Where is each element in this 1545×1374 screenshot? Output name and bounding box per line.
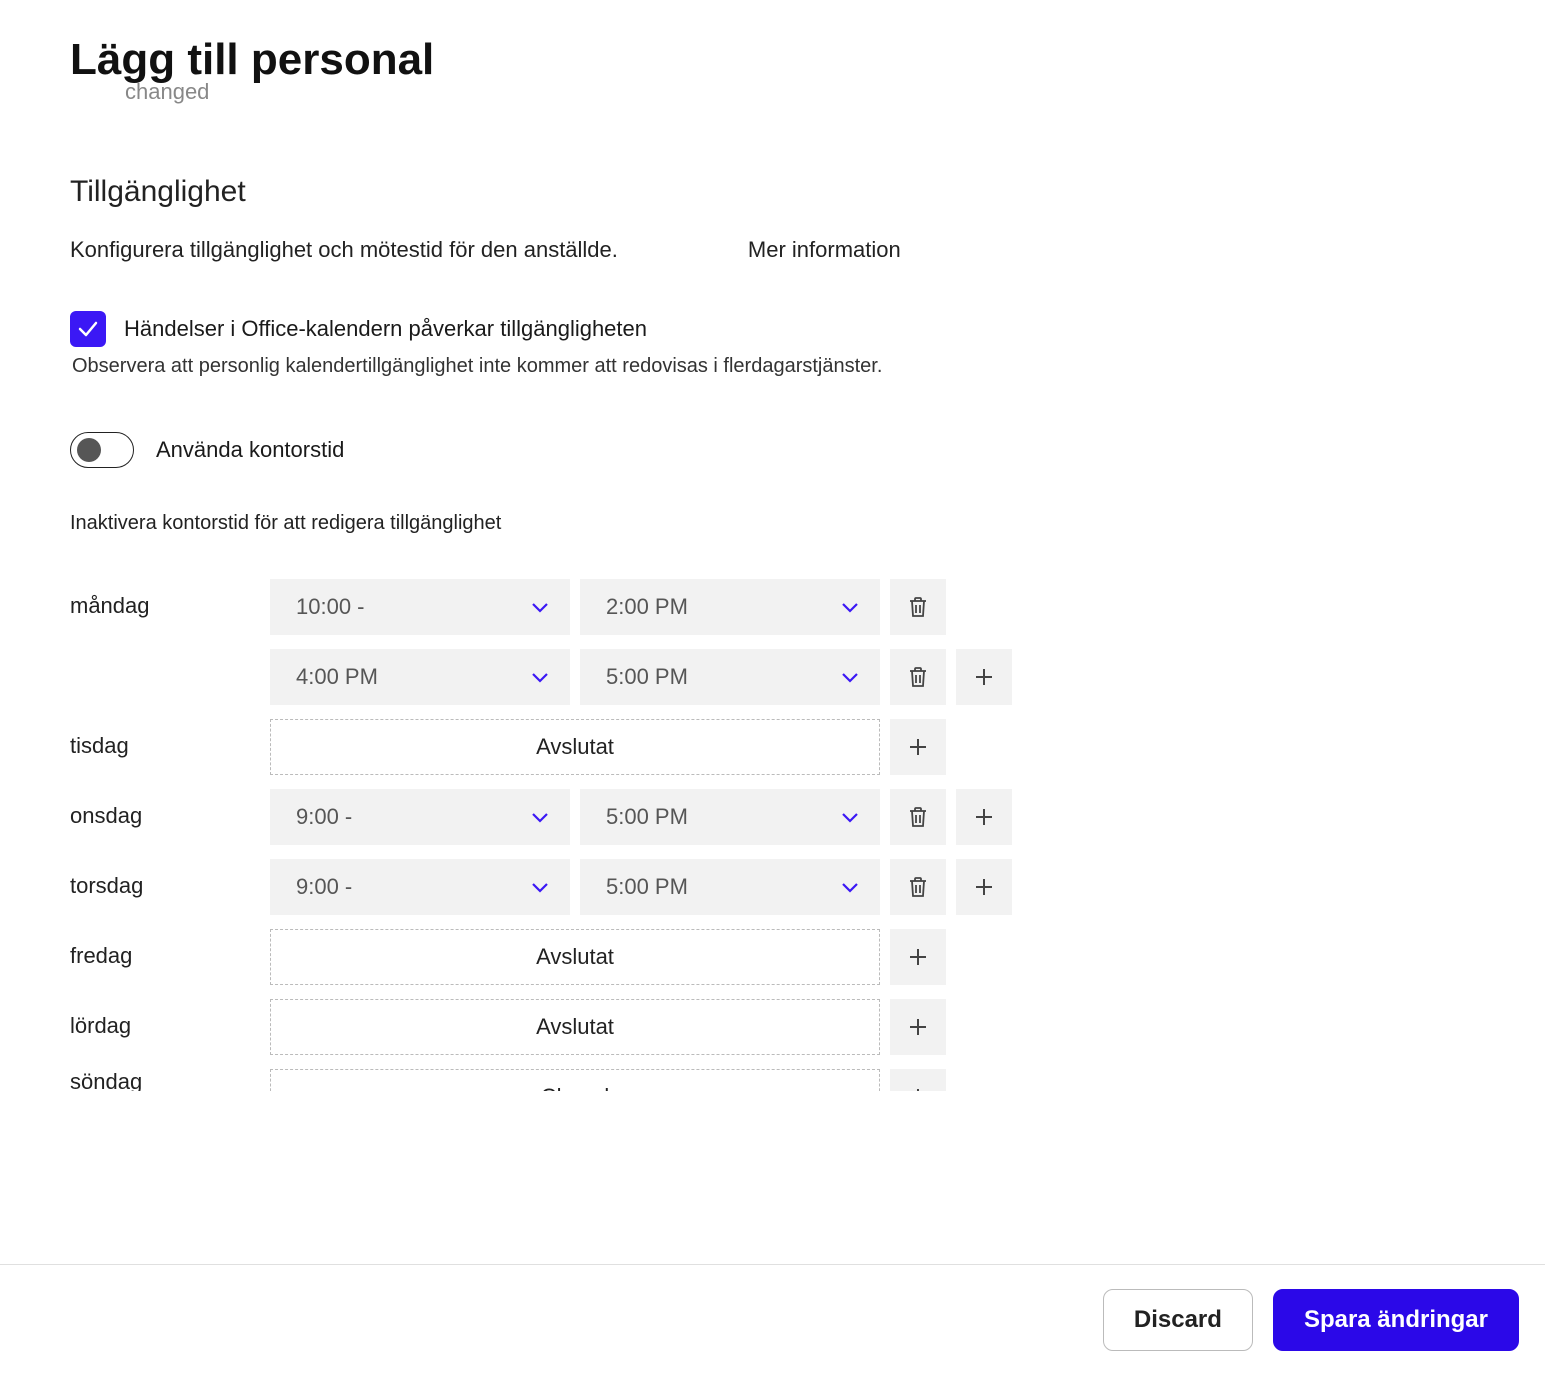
day-label-wednesday: onsdag	[70, 789, 260, 829]
check-icon	[76, 317, 100, 341]
plus-icon	[972, 875, 996, 899]
add-range-button[interactable]	[956, 859, 1012, 915]
use-office-hours-toggle[interactable]	[70, 432, 134, 468]
page-title: Lägg till personal	[70, 35, 1475, 85]
add-range-button[interactable]	[956, 789, 1012, 845]
chevron-down-icon	[838, 875, 862, 899]
chevron-down-icon	[838, 805, 862, 829]
plus-icon	[972, 665, 996, 689]
chevron-down-icon	[838, 595, 862, 619]
chevron-down-icon	[528, 805, 552, 829]
monday-start-1[interactable]: 10:00 -	[270, 579, 570, 635]
monday-end-2[interactable]: 5:00 PM	[580, 649, 880, 705]
more-info-link[interactable]: Mer information	[748, 237, 901, 263]
plus-icon	[906, 945, 930, 969]
trash-icon	[906, 875, 930, 899]
delete-range-button[interactable]	[890, 859, 946, 915]
calendar-note: Observera att personlig kalendertillgäng…	[72, 355, 1475, 378]
office-hours-helper: Inaktivera kontorstid för att redigera t…	[70, 512, 1475, 535]
day-label-sunday: söndag	[70, 1069, 260, 1091]
schedule: måndag 10:00 - 2:00 PM	[70, 579, 1475, 1091]
trash-icon	[906, 805, 930, 829]
add-range-button[interactable]	[890, 719, 946, 775]
chevron-down-icon	[528, 665, 552, 689]
save-button[interactable]: Spara ändringar	[1273, 1289, 1519, 1351]
calendar-events-label: Händelser i Office-kalendern påverkar ti…	[124, 316, 647, 342]
chevron-down-icon	[528, 595, 552, 619]
monday-start-2[interactable]: 4:00 PM	[270, 649, 570, 705]
add-range-button[interactable]	[890, 999, 946, 1055]
sunday-closed: Closed	[270, 1069, 880, 1091]
use-office-hours-label: Använda kontorstid	[156, 437, 344, 463]
thursday-end[interactable]: 5:00 PM	[580, 859, 880, 915]
plus-icon	[972, 805, 996, 829]
day-label-thursday: torsdag	[70, 859, 260, 899]
time-value: 4:00 PM	[296, 664, 378, 690]
day-label-tuesday: tisdag	[70, 719, 260, 759]
day-label-saturday: lördag	[70, 999, 260, 1039]
wednesday-end[interactable]: 5:00 PM	[580, 789, 880, 845]
toggle-knob	[77, 438, 101, 462]
time-value: 5:00 PM	[606, 874, 688, 900]
wednesday-start[interactable]: 9:00 -	[270, 789, 570, 845]
delete-range-button[interactable]	[890, 579, 946, 635]
calendar-events-checkbox[interactable]	[70, 311, 106, 347]
discard-button[interactable]: Discard	[1103, 1289, 1253, 1351]
saturday-closed: Avslutat	[270, 999, 880, 1055]
trash-icon	[906, 665, 930, 689]
time-value: 9:00 -	[296, 874, 352, 900]
delete-range-button[interactable]	[890, 789, 946, 845]
time-value: 5:00 PM	[606, 664, 688, 690]
changed-indicator: changed	[125, 79, 1475, 105]
add-range-button[interactable]	[890, 929, 946, 985]
time-value: 9:00 -	[296, 804, 352, 830]
plus-icon	[906, 1085, 930, 1091]
friday-closed: Avslutat	[270, 929, 880, 985]
delete-range-button[interactable]	[890, 649, 946, 705]
day-label-monday: måndag	[70, 579, 260, 619]
plus-icon	[906, 1015, 930, 1039]
thursday-start[interactable]: 9:00 -	[270, 859, 570, 915]
time-value: 2:00 PM	[606, 594, 688, 620]
availability-section-title: Tillgänglighet	[70, 175, 1475, 209]
add-range-button[interactable]	[890, 1069, 946, 1091]
footer: Discard Spara ändringar	[0, 1264, 1545, 1374]
day-label-friday: fredag	[70, 929, 260, 969]
monday-end-1[interactable]: 2:00 PM	[580, 579, 880, 635]
availability-description: Konfigurera tillgänglighet och mötestid …	[70, 237, 618, 263]
tuesday-closed: Avslutat	[270, 719, 880, 775]
add-range-button[interactable]	[956, 649, 1012, 705]
time-value: 10:00 -	[296, 594, 365, 620]
chevron-down-icon	[528, 875, 552, 899]
plus-icon	[906, 735, 930, 759]
chevron-down-icon	[838, 665, 862, 689]
trash-icon	[906, 595, 930, 619]
time-value: 5:00 PM	[606, 804, 688, 830]
